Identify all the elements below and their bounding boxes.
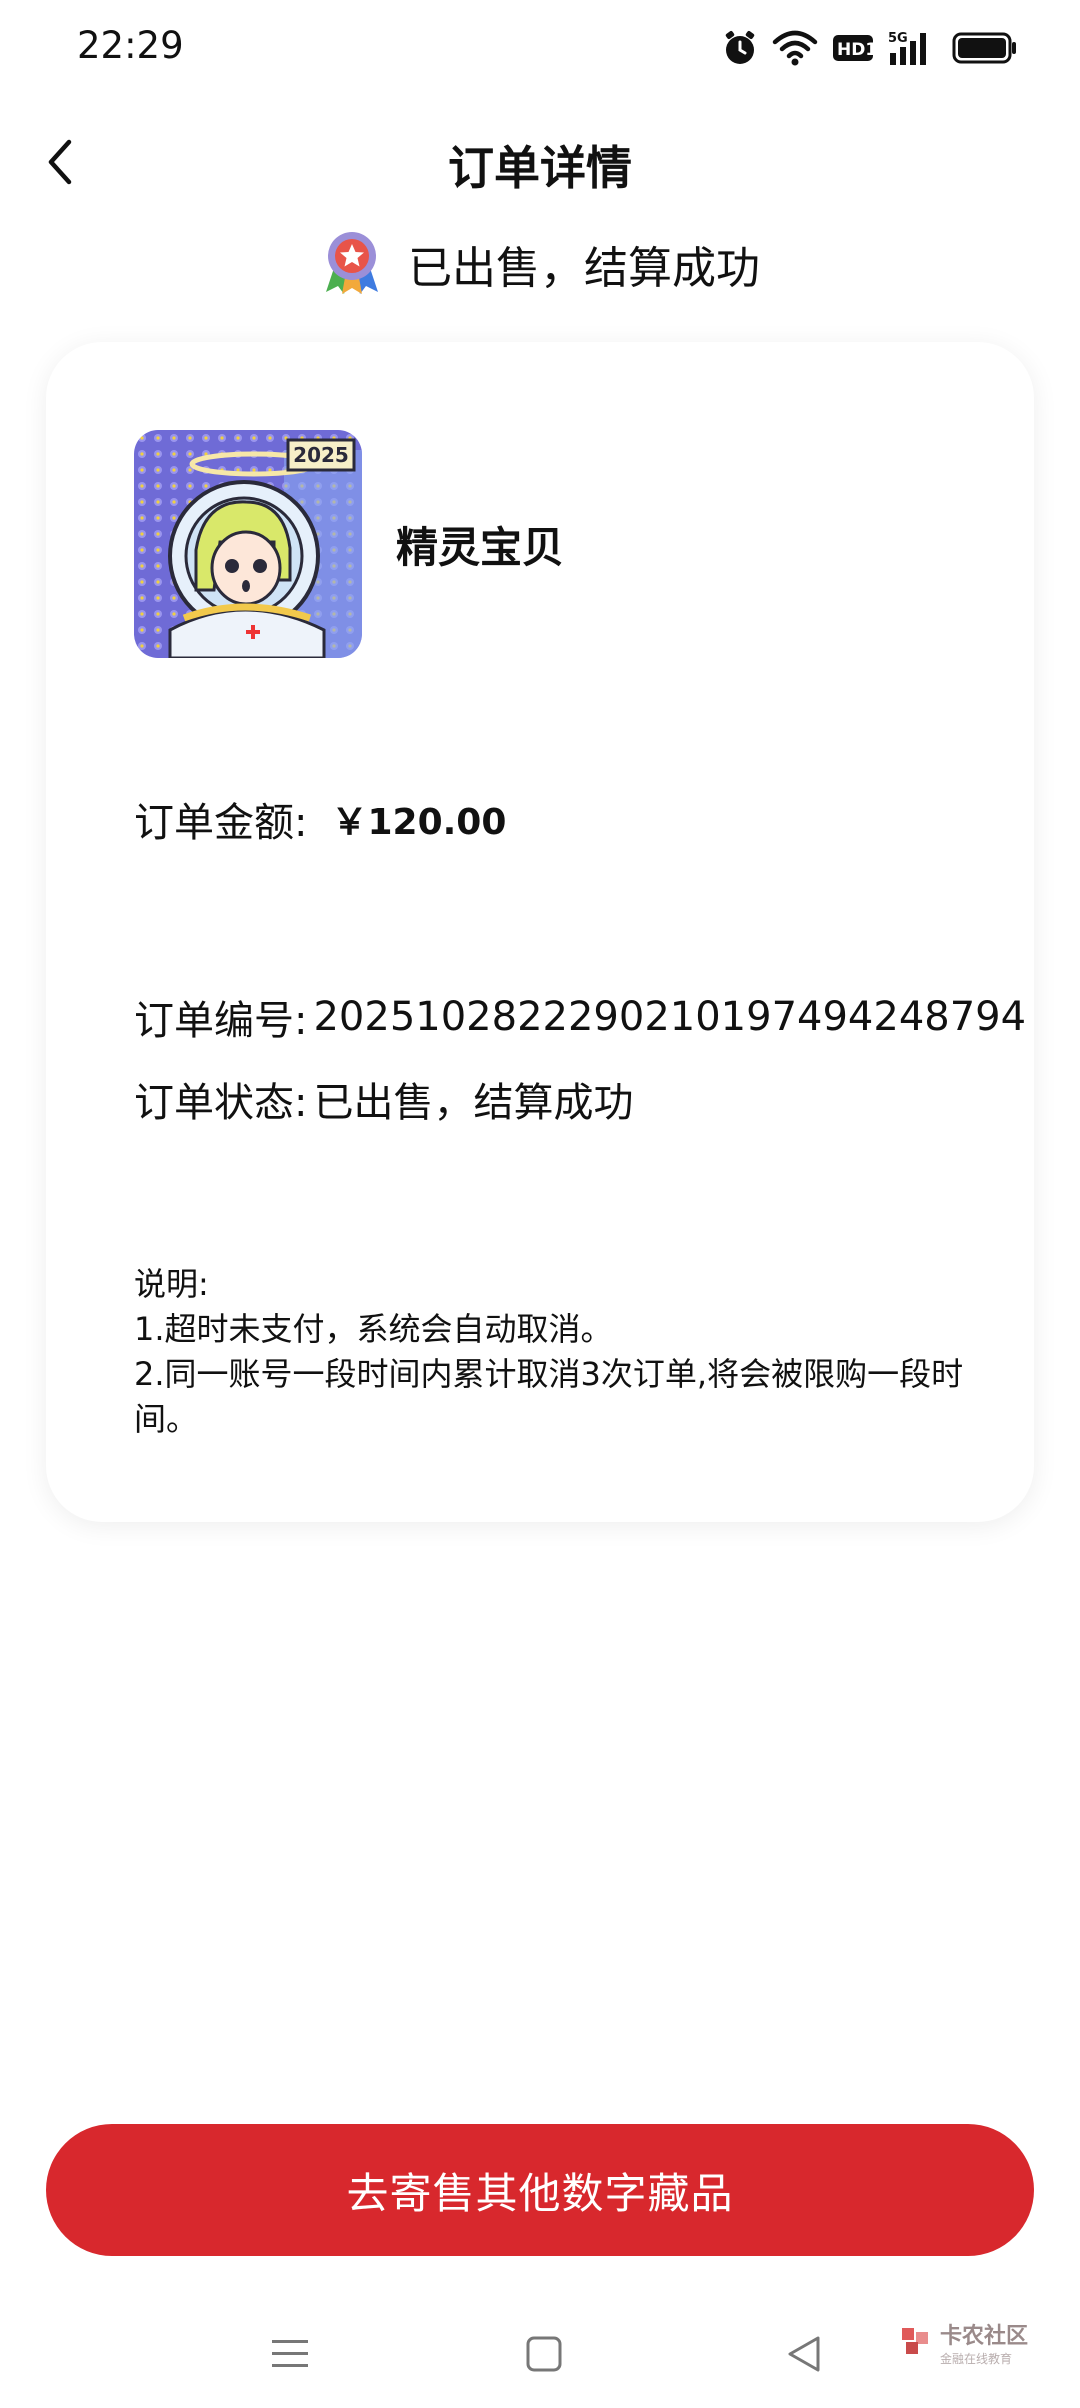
order-amount-row: 订单金额: ￥120.00 — [134, 790, 506, 848]
watermark-main: 卡农社区 — [940, 2324, 1029, 2349]
signal-5g-icon: 5G — [888, 29, 938, 67]
home-square-icon[interactable] — [516, 2326, 572, 2382]
order-status-value: 已出售，结算成功 — [313, 1080, 634, 1126]
watermark: 卡农社区 金融在线教育 — [898, 2318, 1028, 2367]
medal-icon — [320, 228, 384, 300]
order-status-row: 订单状态: 已出售，结算成功 — [134, 1070, 633, 1128]
order-number-value[interactable]: 20251028222902101974942487​94 — [313, 994, 1026, 1040]
order-card: 2025 精灵宝贝 订单金额: ￥120.00 订单编号: 2025102822… — [46, 342, 1034, 1522]
notes-heading: 说明: — [134, 1265, 209, 1303]
svg-text:HD1: HD1 — [837, 40, 874, 60]
notes-line-2: 2.同一账号一段时间内累计取消3次订单,将会被限购一段时间。 — [134, 1355, 964, 1438]
menu-icon[interactable] — [262, 2326, 318, 2382]
order-amount-value: ￥120.00 — [331, 802, 507, 843]
back-triangle-icon[interactable] — [776, 2326, 832, 2382]
notes-line-1: 1.超时未支付，系统会自动取消。 — [134, 1310, 613, 1348]
product-image[interactable]: 2025 — [134, 430, 362, 658]
page-title: 订单详情 — [448, 141, 632, 195]
status-bar: 22:29 HD1 5G — [0, 0, 1080, 96]
status-time: 22:29 — [77, 24, 184, 67]
status-banner: 已出售，结算成功 — [0, 222, 1080, 306]
notes: 说明: 1.超时未支付，系统会自动取消。 2.同一账号一段时间内累计取消3次订单… — [134, 1262, 994, 1442]
wifi-icon — [772, 30, 818, 66]
order-number-label: 订单编号: — [134, 998, 308, 1044]
nav-bar: 订单详情 — [0, 120, 1080, 206]
order-amount-label: 订单金额: — [134, 800, 308, 846]
status-icons: HD1 5G — [722, 24, 1018, 72]
product-name: 精灵宝贝 — [396, 523, 565, 572]
svg-text:5G: 5G — [888, 31, 908, 46]
battery-icon — [952, 31, 1018, 65]
order-number-row: 订单编号: 20251028222902101974942487​94 — [134, 988, 1026, 1046]
banner-text: 已出售，结算成功 — [408, 243, 760, 294]
hd-icon: HD1 — [832, 33, 874, 63]
watermark-logo-icon — [898, 2324, 932, 2362]
image-badge-text: 2025 — [293, 443, 349, 467]
consign-other-collectibles-button[interactable]: 去寄售其他数字藏品 — [46, 2124, 1034, 2256]
order-status-label: 订单状态: — [134, 1080, 308, 1126]
watermark-sub: 金融在线教育 — [940, 2352, 1013, 2366]
alarm-icon — [722, 30, 758, 66]
